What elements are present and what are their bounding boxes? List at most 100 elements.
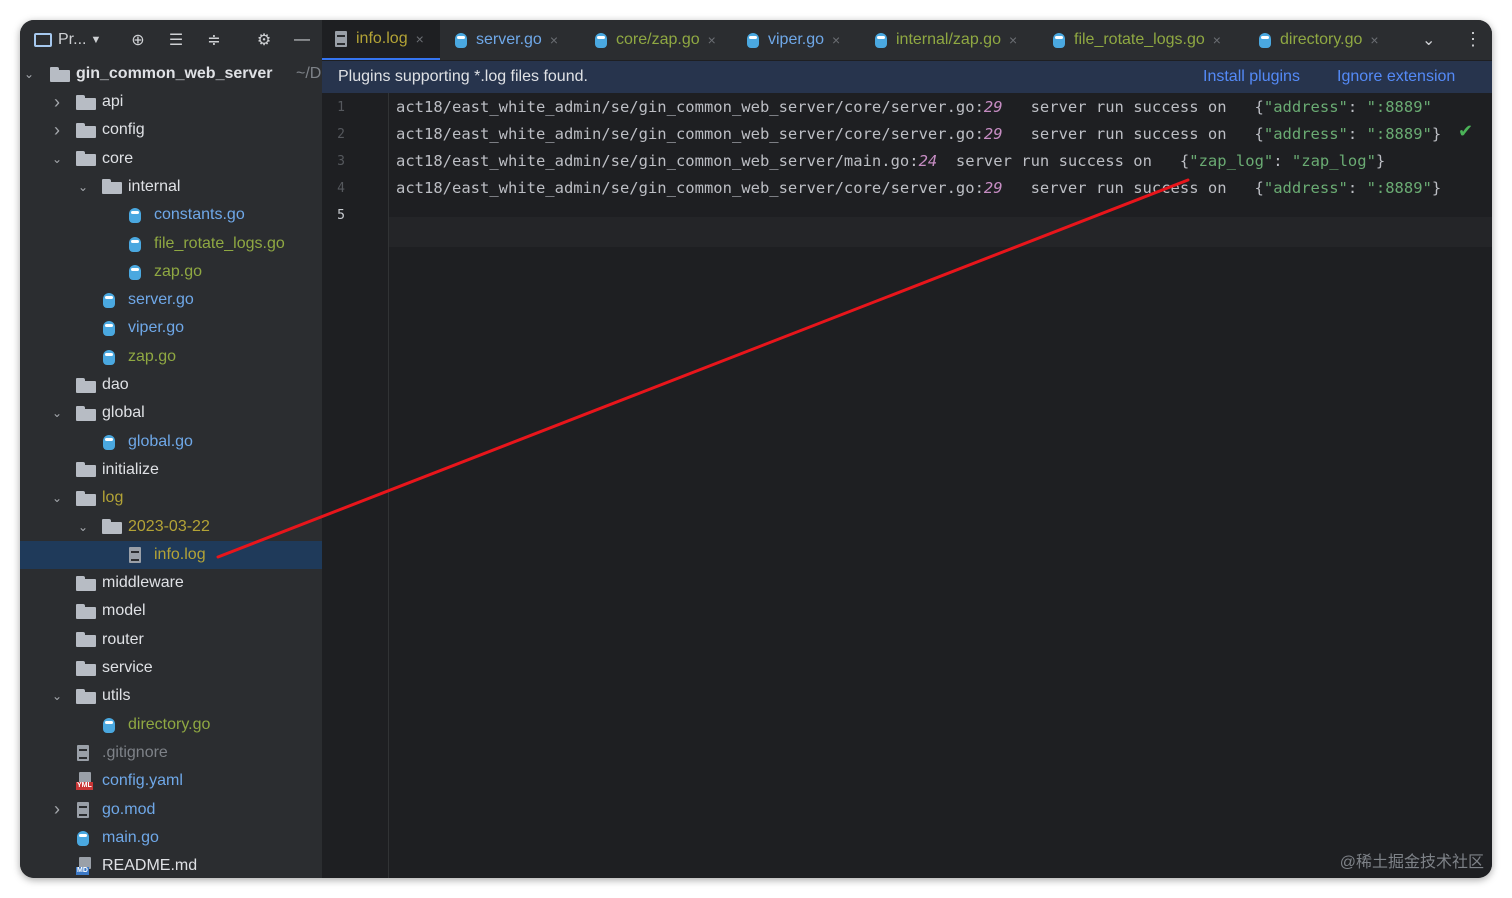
- line-number: 2: [337, 127, 345, 142]
- editor-tab[interactable]: file_rotate_logs.go ×: [1040, 20, 1244, 60]
- code-editor[interactable]: 1 2 3 4 5 act18/east_white_admin/se/gin_comm…: [322, 93, 1492, 878]
- banner-message: Plugins supporting *.log files found.: [338, 68, 588, 85]
- go-gopher-icon: [1052, 31, 1066, 49]
- tree-item[interactable]: router: [20, 626, 322, 654]
- tree-item[interactable]: global.go: [20, 428, 322, 456]
- line-number: 3: [337, 154, 345, 169]
- close-icon[interactable]: ×: [708, 32, 716, 48]
- chevron-down-icon: ⌄: [1422, 32, 1436, 49]
- tree-item[interactable]: › config: [20, 116, 322, 144]
- close-icon[interactable]: ×: [832, 32, 840, 48]
- json-string: "zap_log": [1189, 152, 1274, 170]
- json-punct: }: [1431, 179, 1442, 197]
- close-icon[interactable]: ×: [416, 31, 424, 47]
- json-punct: {: [1179, 152, 1190, 170]
- tree-item[interactable]: initialize: [20, 456, 322, 484]
- tree-item[interactable]: viper.go: [20, 314, 322, 342]
- go-gopher-icon: [76, 829, 90, 847]
- tree-item[interactable]: MD README.md: [20, 852, 322, 878]
- expand-all-button[interactable]: ☰: [164, 28, 188, 52]
- tree-root[interactable]: ⌄ gin_common_web_server ~/D: [20, 60, 322, 88]
- json-string: "address": [1263, 179, 1348, 197]
- tree-item-label: main.go: [102, 828, 159, 846]
- project-view-dropdown[interactable]: Pr... ▼: [34, 28, 104, 52]
- text-file-icon: [76, 744, 90, 762]
- tree-item[interactable]: service: [20, 654, 322, 682]
- tree-item[interactable]: ⌄ 2023-03-22: [20, 513, 322, 541]
- tree-item[interactable]: .gitignore: [20, 739, 322, 767]
- tree-item[interactable]: › go.mod: [20, 796, 322, 824]
- locate-file-button[interactable]: ⊕: [126, 28, 150, 52]
- chevron-right-icon[interactable]: ›: [50, 120, 64, 140]
- editor-tab[interactable]: internal/zap.go ×: [862, 20, 1038, 60]
- tree-item[interactable]: ⌄ global: [20, 399, 322, 427]
- folder-icon: [76, 94, 96, 110]
- json-punct: {: [1254, 179, 1264, 197]
- tree-item[interactable]: server.go: [20, 286, 322, 314]
- more-options-button[interactable]: ⋮: [1464, 29, 1482, 50]
- chevron-down-icon[interactable]: ⌄: [76, 180, 90, 194]
- chevron-down-icon[interactable]: ⌄: [50, 689, 64, 703]
- tree-item[interactable]: dao: [20, 371, 322, 399]
- tab-list-button[interactable]: ⌄: [1422, 30, 1435, 50]
- log-source-path: act18/east_white_admin/se/gin_common_web…: [396, 179, 984, 197]
- chevron-right-icon[interactable]: ›: [50, 92, 64, 112]
- go-gopher-icon: [746, 31, 760, 49]
- tree-item[interactable]: constants.go: [20, 201, 322, 229]
- chevron-down-icon[interactable]: ⌄: [76, 520, 90, 534]
- tree-item[interactable]: › api: [20, 88, 322, 116]
- tree-item-label: initialize: [102, 460, 159, 478]
- go-gopher-icon: [128, 263, 142, 281]
- close-icon[interactable]: ×: [1213, 32, 1221, 48]
- tree-item[interactable]: info.log: [20, 540, 322, 569]
- editor-tab[interactable]: core/zap.go ×: [582, 20, 732, 60]
- ignore-extension-link[interactable]: Ignore extension: [1337, 68, 1455, 86]
- tree-item[interactable]: directory.go: [20, 711, 322, 739]
- editor-tab[interactable]: directory.go ×: [1246, 20, 1392, 60]
- tree-item[interactable]: YML config.yaml: [20, 767, 322, 795]
- hide-panel-button[interactable]: —: [290, 28, 314, 52]
- json-punct: }: [1375, 152, 1386, 170]
- chevron-down-icon[interactable]: ⌄: [50, 491, 64, 505]
- line-number-gutter: 1 2 3 4 5: [322, 93, 389, 878]
- settings-button[interactable]: ⚙: [252, 28, 276, 52]
- line-number: 5: [337, 208, 345, 223]
- tree-item[interactable]: ⌄ utils: [20, 682, 322, 710]
- close-icon[interactable]: ×: [1370, 32, 1378, 48]
- tree-item-label: core: [102, 149, 134, 167]
- tree-item-label: server.go: [128, 291, 194, 309]
- chevron-down-icon[interactable]: ⌄: [50, 406, 64, 420]
- crosshair-icon: ⊕: [131, 32, 145, 49]
- tree-item[interactable]: main.go: [20, 824, 322, 852]
- folder-icon: [50, 66, 70, 82]
- chevron-down-icon[interactable]: ⌄: [50, 152, 64, 166]
- tree-item[interactable]: file_rotate_logs.go: [20, 230, 322, 258]
- chevron-right-icon[interactable]: ›: [50, 799, 64, 819]
- close-icon[interactable]: ×: [550, 32, 558, 48]
- inspection-ok-icon[interactable]: ✔: [1458, 121, 1473, 142]
- close-icon[interactable]: ×: [1009, 32, 1017, 48]
- editor-tab[interactable]: info.log ×: [322, 20, 440, 60]
- json-punct: :: [1273, 152, 1292, 170]
- tree-item[interactable]: zap.go: [20, 258, 322, 286]
- tree-item[interactable]: ⌄ core: [20, 145, 322, 173]
- tab-label: server.go: [476, 31, 542, 48]
- install-plugins-link[interactable]: Install plugins: [1203, 68, 1300, 86]
- editor-tab[interactable]: viper.go ×: [734, 20, 860, 60]
- tree-item-label: api: [102, 93, 124, 110]
- json-string: "address": [1263, 125, 1348, 143]
- tree-item-label: go.mod: [102, 800, 156, 818]
- file-type-tag: YML: [76, 782, 93, 791]
- tree-item[interactable]: middleware: [20, 569, 322, 597]
- tree-item-label: dao: [102, 376, 129, 393]
- tree-item[interactable]: ⌄ internal: [20, 173, 322, 201]
- tree-item[interactable]: zap.go: [20, 343, 322, 371]
- tree-item[interactable]: ⌄ log: [20, 484, 322, 512]
- tree-item-label: config: [102, 121, 145, 139]
- folder-icon: [76, 490, 96, 506]
- collapse-all-button[interactable]: ≑: [202, 28, 226, 52]
- editor-tab[interactable]: server.go ×: [442, 20, 580, 60]
- folder-icon: [76, 688, 96, 704]
- tree-item-label: zap.go: [154, 262, 203, 280]
- tree-item[interactable]: model: [20, 597, 322, 625]
